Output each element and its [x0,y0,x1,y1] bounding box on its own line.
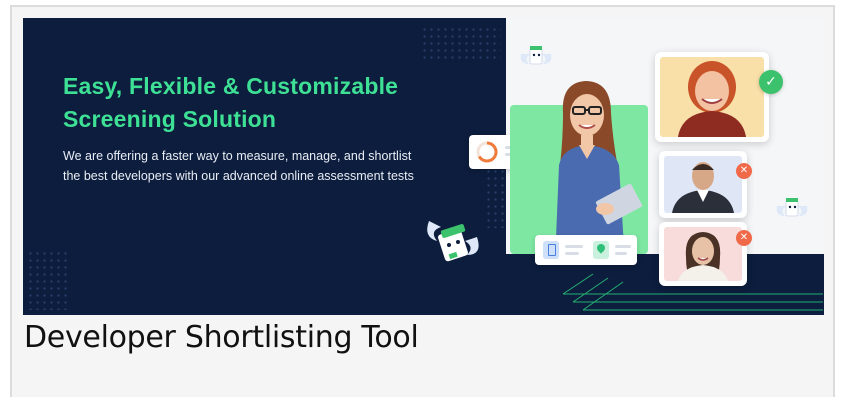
tool-title-link[interactable]: Developer Shortlisting Tool [24,320,419,355]
checkmark-icon: ✓ [759,70,783,94]
close-icon: ✕ [736,230,752,246]
winged-mascot-small [520,46,552,65]
dot-grid-bottom-left [27,250,67,310]
dot-grid-mid [485,168,505,228]
hero-banner-image[interactable]: Easy, Flexible & Customizable Screening … [23,18,824,315]
candidate-photo [664,156,742,213]
phone-icon [543,241,559,259]
candidate-card-rejected-2[interactable] [659,222,747,286]
close-icon: ✕ [736,163,752,179]
location-pin-icon [593,241,609,259]
placeholder-line [615,245,631,248]
winged-mascot-large [427,221,479,262]
contact-info-card [535,235,637,265]
headline-line-1: Easy, Flexible & Customizable [63,73,399,99]
candidate-photo [664,227,742,281]
progress-ring-icon [476,141,498,163]
placeholder-line [565,245,583,248]
banner-headline: Easy, Flexible & Customizable Screening … [63,70,463,136]
dot-grid-top [421,26,501,60]
winged-mascot-small [776,198,808,217]
candidate-card-accepted[interactable] [655,52,769,142]
placeholder-line [565,252,579,255]
placeholder-line [615,252,627,255]
banner-subtext: We are offering a faster way to measure,… [63,149,414,183]
headline-line-2: Screening Solution [63,106,277,132]
candidate-card-rejected-1[interactable] [659,151,747,218]
candidate-photo [660,57,764,137]
